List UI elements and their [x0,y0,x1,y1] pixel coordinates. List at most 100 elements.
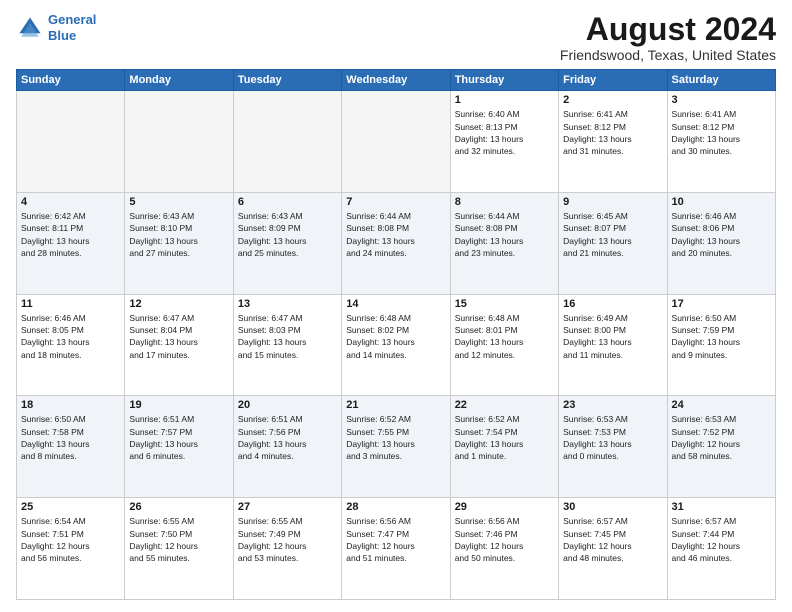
day-info: Sunrise: 6:41 AM Sunset: 8:12 PM Dayligh… [672,108,771,157]
day-number: 17 [672,298,771,310]
day-info: Sunrise: 6:51 AM Sunset: 7:56 PM Dayligh… [238,413,337,462]
day-number: 11 [21,298,120,310]
calendar-body: 1 Sunrise: 6:40 AM Sunset: 8:13 PM Daylig… [17,91,776,600]
table-row: 18 Sunrise: 6:50 AM Sunset: 7:58 PM Dayli… [17,396,125,498]
day-number: 24 [672,399,771,411]
day-info: Sunrise: 6:41 AM Sunset: 8:12 PM Dayligh… [563,108,662,157]
calendar-table: Sunday Monday Tuesday Wednesday Thursday… [16,69,776,600]
logo-line1: General [48,12,96,27]
logo: General Blue [16,12,96,43]
title-block: August 2024 Friendswood, Texas, United S… [560,12,776,63]
day-number: 4 [21,196,120,208]
day-info: Sunrise: 6:49 AM Sunset: 8:00 PM Dayligh… [563,312,662,361]
calendar-week-row: 1 Sunrise: 6:40 AM Sunset: 8:13 PM Daylig… [17,91,776,193]
table-row: 16 Sunrise: 6:49 AM Sunset: 8:00 PM Dayli… [559,294,667,396]
table-row: 19Sunrise: 6:51 AM Sunset: 7:57 PM Dayli… [125,396,233,498]
day-info: Sunrise: 6:57 AM Sunset: 7:44 PM Dayligh… [672,515,771,564]
day-number: 21 [346,399,445,411]
table-row [125,91,233,193]
day-info: Sunrise: 6:45 AM Sunset: 8:07 PM Dayligh… [563,210,662,259]
table-row [342,91,450,193]
day-number: 16 [563,298,662,310]
day-info: Sunrise: 6:48 AM Sunset: 8:02 PM Dayligh… [346,312,445,361]
calendar-week-row: 11 Sunrise: 6:46 AM Sunset: 8:05 PM Dayli… [17,294,776,396]
logo-line2: Blue [48,28,76,43]
day-number: 5 [129,196,228,208]
table-row: 29 Sunrise: 6:56 AM Sunset: 7:46 PM Dayli… [450,498,558,600]
day-number: 20 [238,399,337,411]
table-row: 20 Sunrise: 6:51 AM Sunset: 7:56 PM Dayli… [233,396,341,498]
col-thursday: Thursday [450,70,558,91]
table-row: 26Sunrise: 6:55 AM Sunset: 7:50 PM Dayli… [125,498,233,600]
logo-icon [16,14,44,42]
col-tuesday: Tuesday [233,70,341,91]
table-row: 6 Sunrise: 6:43 AM Sunset: 8:09 PM Daylig… [233,192,341,294]
day-info: Sunrise: 6:48 AM Sunset: 8:01 PM Dayligh… [455,312,554,361]
table-row: 30Sunrise: 6:57 AM Sunset: 7:45 PM Dayli… [559,498,667,600]
table-row: 14 Sunrise: 6:48 AM Sunset: 8:02 PM Dayli… [342,294,450,396]
table-row: 2 Sunrise: 6:41 AM Sunset: 8:12 PM Daylig… [559,91,667,193]
table-row: 28 Sunrise: 6:56 AM Sunset: 7:47 PM Dayli… [342,498,450,600]
day-number: 6 [238,196,337,208]
day-number: 23 [563,399,662,411]
table-row: 17 Sunrise: 6:50 AM Sunset: 7:59 PM Dayli… [667,294,775,396]
day-info: Sunrise: 6:46 AM Sunset: 8:05 PM Dayligh… [21,312,120,361]
day-info: Sunrise: 6:44 AM Sunset: 8:08 PM Dayligh… [346,210,445,259]
table-row [233,91,341,193]
day-number: 28 [346,501,445,513]
table-row: 4 Sunrise: 6:42 AM Sunset: 8:11 PM Daylig… [17,192,125,294]
day-number: 2 [563,94,662,106]
table-row: 23Sunrise: 6:53 AM Sunset: 7:53 PM Dayli… [559,396,667,498]
header: General Blue August 2024 Friendswood, Te… [16,12,776,63]
day-number: 7 [346,196,445,208]
day-number: 18 [21,399,120,411]
day-info: Sunrise: 6:50 AM Sunset: 7:58 PM Dayligh… [21,413,120,462]
day-number: 14 [346,298,445,310]
day-number: 25 [21,501,120,513]
col-friday: Friday [559,70,667,91]
day-number: 3 [672,94,771,106]
day-info: Sunrise: 6:44 AM Sunset: 8:08 PM Dayligh… [455,210,554,259]
day-info: Sunrise: 6:54 AM Sunset: 7:51 PM Dayligh… [21,515,120,564]
table-row [17,91,125,193]
col-monday: Monday [125,70,233,91]
page: General Blue August 2024 Friendswood, Te… [0,0,792,612]
day-number: 8 [455,196,554,208]
table-row: 1 Sunrise: 6:40 AM Sunset: 8:13 PM Daylig… [450,91,558,193]
table-row: 9 Sunrise: 6:45 AM Sunset: 8:07 PM Daylig… [559,192,667,294]
table-row: 15Sunrise: 6:48 AM Sunset: 8:01 PM Dayli… [450,294,558,396]
calendar-week-row: 4 Sunrise: 6:42 AM Sunset: 8:11 PM Daylig… [17,192,776,294]
day-number: 29 [455,501,554,513]
calendar-week-row: 25 Sunrise: 6:54 AM Sunset: 7:51 PM Dayli… [17,498,776,600]
calendar-header-row: Sunday Monday Tuesday Wednesday Thursday… [17,70,776,91]
day-number: 9 [563,196,662,208]
day-info: Sunrise: 6:55 AM Sunset: 7:49 PM Dayligh… [238,515,337,564]
table-row: 11 Sunrise: 6:46 AM Sunset: 8:05 PM Dayli… [17,294,125,396]
day-info: Sunrise: 6:56 AM Sunset: 7:46 PM Dayligh… [455,515,554,564]
table-row: 13Sunrise: 6:47 AM Sunset: 8:03 PM Dayli… [233,294,341,396]
logo-text: General Blue [48,12,96,43]
day-info: Sunrise: 6:40 AM Sunset: 8:13 PM Dayligh… [455,108,554,157]
day-number: 1 [455,94,554,106]
day-info: Sunrise: 6:57 AM Sunset: 7:45 PM Dayligh… [563,515,662,564]
table-row: 7 Sunrise: 6:44 AM Sunset: 8:08 PM Daylig… [342,192,450,294]
day-info: Sunrise: 6:56 AM Sunset: 7:47 PM Dayligh… [346,515,445,564]
col-saturday: Saturday [667,70,775,91]
day-info: Sunrise: 6:53 AM Sunset: 7:52 PM Dayligh… [672,413,771,462]
day-info: Sunrise: 6:43 AM Sunset: 8:09 PM Dayligh… [238,210,337,259]
table-row: 21Sunrise: 6:52 AM Sunset: 7:55 PM Dayli… [342,396,450,498]
table-row: 31 Sunrise: 6:57 AM Sunset: 7:44 PM Dayli… [667,498,775,600]
table-row: 25 Sunrise: 6:54 AM Sunset: 7:51 PM Dayli… [17,498,125,600]
day-info: Sunrise: 6:42 AM Sunset: 8:11 PM Dayligh… [21,210,120,259]
day-info: Sunrise: 6:50 AM Sunset: 7:59 PM Dayligh… [672,312,771,361]
day-number: 13 [238,298,337,310]
day-number: 22 [455,399,554,411]
subtitle: Friendswood, Texas, United States [560,47,776,63]
day-number: 12 [129,298,228,310]
day-number: 31 [672,501,771,513]
table-row: 24 Sunrise: 6:53 AM Sunset: 7:52 PM Dayli… [667,396,775,498]
table-row: 10Sunrise: 6:46 AM Sunset: 8:06 PM Dayli… [667,192,775,294]
table-row: 12Sunrise: 6:47 AM Sunset: 8:04 PM Dayli… [125,294,233,396]
calendar-week-row: 18 Sunrise: 6:50 AM Sunset: 7:58 PM Dayli… [17,396,776,498]
day-info: Sunrise: 6:51 AM Sunset: 7:57 PM Dayligh… [129,413,228,462]
